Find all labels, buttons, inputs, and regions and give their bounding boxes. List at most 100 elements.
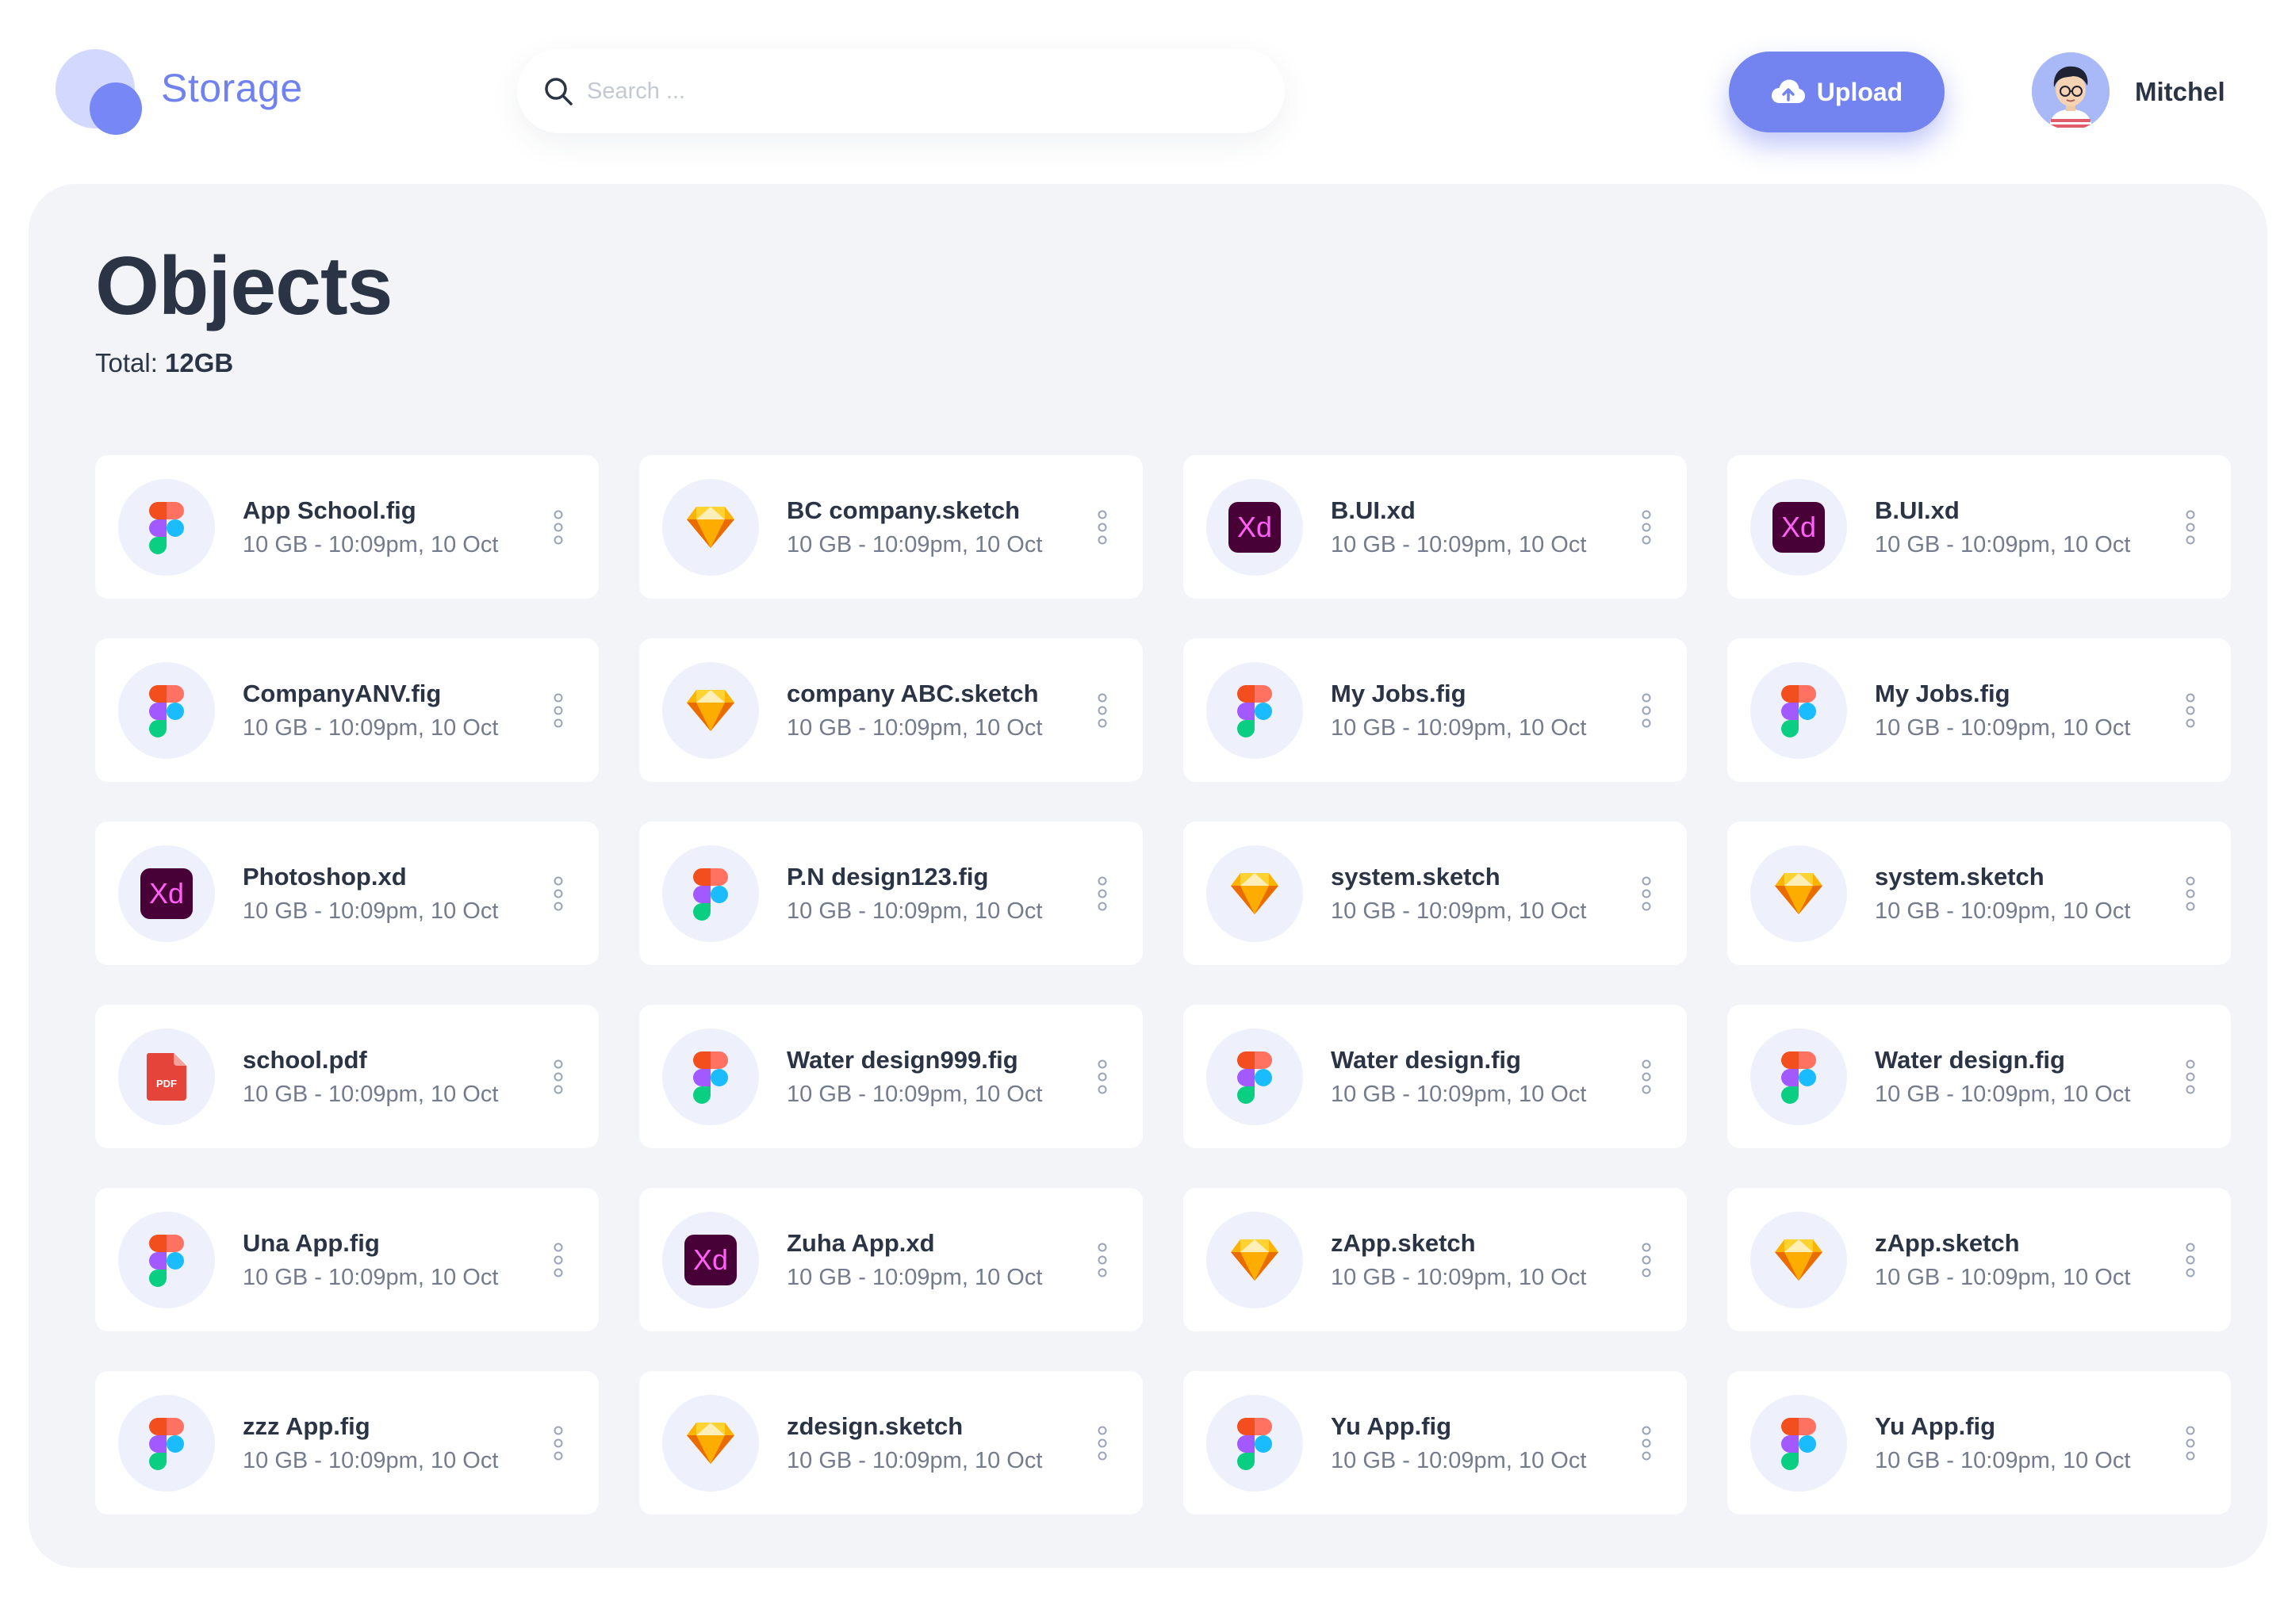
file-meta: 10 GB - 10:09pm, 10 Oct bbox=[787, 1447, 1043, 1473]
figma-icon bbox=[662, 1028, 759, 1125]
file-card[interactable]: zApp.sketch 10 GB - 10:09pm, 10 Oct bbox=[1727, 1188, 2231, 1331]
file-info: Water design999.fig 10 GB - 10:09pm, 10 O… bbox=[787, 1048, 1042, 1106]
more-options-icon[interactable] bbox=[553, 1425, 564, 1461]
more-options-icon[interactable] bbox=[553, 692, 564, 729]
file-info: BC company.sketch 10 GB - 10:09pm, 10 Oct bbox=[787, 498, 1042, 557]
more-options-icon[interactable] bbox=[1097, 875, 1108, 912]
file-name: My Jobs.fig bbox=[1331, 679, 1466, 707]
file-meta: 10 GB - 10:09pm, 10 Oct bbox=[1331, 1264, 1587, 1290]
search-icon bbox=[542, 75, 574, 107]
file-card[interactable]: Water design.fig 10 GB - 10:09pm, 10 Oct bbox=[1183, 1005, 1687, 1148]
svg-text:Xd: Xd bbox=[1781, 511, 1816, 543]
file-info: zApp.sketch 10 GB - 10:09pm, 10 Oct bbox=[1875, 1231, 2130, 1289]
figma-icon bbox=[1750, 661, 1847, 759]
file-info: Yu App.fig 10 GB - 10:09pm, 10 Oct bbox=[1331, 1414, 1586, 1473]
file-meta: 10 GB - 10:09pm, 10 Oct bbox=[787, 531, 1043, 557]
file-name: Yu App.fig bbox=[1875, 1411, 1996, 1440]
file-info: Yu App.fig 10 GB - 10:09pm, 10 Oct bbox=[1875, 1414, 2130, 1473]
more-options-icon[interactable] bbox=[2185, 509, 2196, 546]
file-name: zdesign.sketch bbox=[787, 1411, 964, 1440]
file-card[interactable]: BC company.sketch 10 GB - 10:09pm, 10 Oct bbox=[639, 455, 1143, 599]
file-card[interactable]: zApp.sketch 10 GB - 10:09pm, 10 Oct bbox=[1183, 1188, 1687, 1331]
avatar[interactable] bbox=[2032, 52, 2110, 130]
file-card[interactable]: zdesign.sketch 10 GB - 10:09pm, 10 Oct bbox=[639, 1371, 1143, 1515]
xd-icon: Xd bbox=[1750, 478, 1847, 576]
file-name: Water design.fig bbox=[1331, 1045, 1521, 1074]
sketch-icon bbox=[1206, 845, 1303, 942]
more-options-icon[interactable] bbox=[1641, 692, 1652, 729]
more-options-icon[interactable] bbox=[1641, 1425, 1652, 1461]
file-meta: 10 GB - 10:09pm, 10 Oct bbox=[243, 898, 499, 924]
file-name: system.sketch bbox=[1875, 862, 2044, 891]
file-name: Photoshop.xd bbox=[243, 862, 407, 891]
file-info: B.UI.xd 10 GB - 10:09pm, 10 Oct bbox=[1331, 498, 1586, 557]
file-card[interactable]: App School.fig 10 GB - 10:09pm, 10 Oct bbox=[95, 455, 599, 599]
file-info: zApp.sketch 10 GB - 10:09pm, 10 Oct bbox=[1331, 1231, 1586, 1289]
more-options-icon[interactable] bbox=[553, 509, 564, 546]
file-meta: 10 GB - 10:09pm, 10 Oct bbox=[787, 1264, 1043, 1290]
sketch-icon bbox=[1750, 845, 1847, 942]
file-meta: 10 GB - 10:09pm, 10 Oct bbox=[243, 1081, 499, 1107]
more-options-icon[interactable] bbox=[2185, 1425, 2196, 1461]
more-options-icon[interactable] bbox=[1097, 509, 1108, 546]
total-label: Total: bbox=[95, 348, 158, 377]
file-card[interactable]: PDF school.pdf 10 GB - 10:09pm, 10 Oct bbox=[95, 1005, 599, 1148]
more-options-icon[interactable] bbox=[553, 1242, 564, 1278]
file-name: App School.fig bbox=[243, 496, 416, 524]
file-card[interactable]: CompanyANV.fig 10 GB - 10:09pm, 10 Oct bbox=[95, 638, 599, 782]
more-options-icon[interactable] bbox=[1097, 692, 1108, 729]
file-meta: 10 GB - 10:09pm, 10 Oct bbox=[787, 898, 1043, 924]
file-card[interactable]: Una App.fig 10 GB - 10:09pm, 10 Oct bbox=[95, 1188, 599, 1331]
file-meta: 10 GB - 10:09pm, 10 Oct bbox=[243, 531, 499, 557]
file-meta: 10 GB - 10:09pm, 10 Oct bbox=[1331, 714, 1587, 741]
more-options-icon[interactable] bbox=[2185, 692, 2196, 729]
more-options-icon[interactable] bbox=[1641, 509, 1652, 546]
user-name[interactable]: Mitchel bbox=[2135, 77, 2225, 107]
more-options-icon[interactable] bbox=[2185, 1242, 2196, 1278]
file-name: B.UI.xd bbox=[1875, 496, 1960, 524]
more-options-icon[interactable] bbox=[2185, 875, 2196, 912]
file-card[interactable]: Water design.fig 10 GB - 10:09pm, 10 Oct bbox=[1727, 1005, 2231, 1148]
more-options-icon[interactable] bbox=[1641, 875, 1652, 912]
more-options-icon[interactable] bbox=[1641, 1059, 1652, 1095]
more-options-icon[interactable] bbox=[1097, 1425, 1108, 1461]
file-card[interactable]: My Jobs.fig 10 GB - 10:09pm, 10 Oct bbox=[1183, 638, 1687, 782]
file-meta: 10 GB - 10:09pm, 10 Oct bbox=[1875, 1081, 2131, 1107]
file-card[interactable]: Water design999.fig 10 GB - 10:09pm, 10 O… bbox=[639, 1005, 1143, 1148]
file-card[interactable]: Xd B.UI.xd 10 GB - 10:09pm, 10 Oct bbox=[1183, 455, 1687, 599]
more-options-icon[interactable] bbox=[1641, 1242, 1652, 1278]
file-card[interactable]: Yu App.fig 10 GB - 10:09pm, 10 Oct bbox=[1727, 1371, 2231, 1515]
upload-button[interactable]: Upload bbox=[1729, 52, 1945, 132]
file-card[interactable]: P.N design123.fig 10 GB - 10:09pm, 10 Oct bbox=[639, 822, 1143, 965]
file-card[interactable]: Xd Photoshop.xd 10 GB - 10:09pm, 10 Oct bbox=[95, 822, 599, 965]
more-options-icon[interactable] bbox=[1097, 1059, 1108, 1095]
file-card[interactable]: My Jobs.fig 10 GB - 10:09pm, 10 Oct bbox=[1727, 638, 2231, 782]
file-name: P.N design123.fig bbox=[787, 862, 989, 891]
sketch-icon bbox=[1750, 1211, 1847, 1308]
more-options-icon[interactable] bbox=[1097, 1242, 1108, 1278]
file-info: company ABC.sketch 10 GB - 10:09pm, 10 Oc… bbox=[787, 681, 1042, 740]
file-card[interactable]: company ABC.sketch 10 GB - 10:09pm, 10 Oc… bbox=[639, 638, 1143, 782]
more-options-icon[interactable] bbox=[553, 875, 564, 912]
file-meta: 10 GB - 10:09pm, 10 Oct bbox=[1875, 898, 2131, 924]
storage-logo[interactable] bbox=[56, 49, 143, 136]
file-name: system.sketch bbox=[1331, 862, 1500, 891]
total-value: 12GB bbox=[165, 348, 234, 377]
file-meta: 10 GB - 10:09pm, 10 Oct bbox=[1331, 1447, 1587, 1473]
file-card[interactable]: system.sketch 10 GB - 10:09pm, 10 Oct bbox=[1183, 822, 1687, 965]
file-card[interactable]: Xd Zuha App.xd 10 GB - 10:09pm, 10 Oct bbox=[639, 1188, 1143, 1331]
more-options-icon[interactable] bbox=[553, 1059, 564, 1095]
more-options-icon[interactable] bbox=[2185, 1059, 2196, 1095]
svg-text:Xd: Xd bbox=[149, 877, 184, 910]
file-info: system.sketch 10 GB - 10:09pm, 10 Oct bbox=[1875, 864, 2130, 923]
file-card[interactable]: zzz App.fig 10 GB - 10:09pm, 10 Oct bbox=[95, 1371, 599, 1515]
file-card[interactable]: system.sketch 10 GB - 10:09pm, 10 Oct bbox=[1727, 822, 2231, 965]
total-size: Total: 12GB bbox=[95, 348, 233, 378]
file-card[interactable]: Yu App.fig 10 GB - 10:09pm, 10 Oct bbox=[1183, 1371, 1687, 1515]
search-bar[interactable] bbox=[517, 49, 1285, 133]
file-name: B.UI.xd bbox=[1331, 496, 1416, 524]
file-card[interactable]: Xd B.UI.xd 10 GB - 10:09pm, 10 Oct bbox=[1727, 455, 2231, 599]
figma-icon bbox=[118, 1394, 215, 1492]
search-input[interactable] bbox=[585, 67, 1239, 116]
file-meta: 10 GB - 10:09pm, 10 Oct bbox=[1875, 1264, 2131, 1290]
